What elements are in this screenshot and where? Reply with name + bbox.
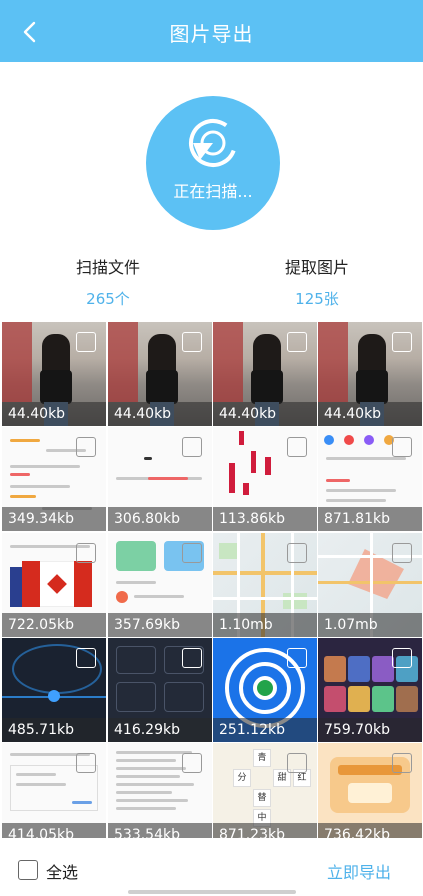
select-checkbox[interactable]	[287, 543, 307, 563]
select-checkbox[interactable]	[76, 648, 96, 668]
select-checkbox[interactable]	[76, 437, 96, 457]
image-thumbnail[interactable]: 1.07mb	[318, 533, 422, 637]
file-size: 759.70kb	[318, 718, 422, 742]
image-thumbnail[interactable]: 736.42kb	[318, 743, 422, 838]
scan-status-circle: 正在扫描...	[146, 96, 280, 230]
image-thumbnail[interactable]: 青 分 甜 红 替 中 871.23kb	[213, 743, 317, 838]
image-thumbnail[interactable]: 533.54kb	[108, 743, 212, 838]
select-checkbox[interactable]	[287, 648, 307, 668]
stat-images-label: 提取图片	[284, 258, 349, 277]
file-size: 44.40kb	[318, 402, 422, 426]
file-size: 871.81kb	[318, 507, 422, 531]
image-thumbnail[interactable]: 759.70kb	[318, 638, 422, 742]
select-checkbox[interactable]	[76, 332, 96, 352]
stat-files-value: 265个	[86, 290, 130, 308]
file-size: 44.40kb	[108, 402, 212, 426]
select-checkbox[interactable]	[287, 753, 307, 773]
select-checkbox[interactable]	[182, 332, 202, 352]
image-thumbnail[interactable]: 251.12kb	[213, 638, 317, 742]
file-size: 736.42kb	[318, 823, 422, 838]
select-checkbox[interactable]	[182, 543, 202, 563]
file-size: 357.69kb	[108, 613, 212, 637]
image-thumbnail[interactable]: 44.40kb	[318, 322, 422, 426]
file-size: 1.07mb	[318, 613, 422, 637]
file-size: 349.34kb	[2, 507, 106, 531]
stat-scanned-files: 扫描文件 265个	[28, 254, 188, 309]
file-size: 306.80kb	[108, 507, 212, 531]
file-size: 533.54kb	[108, 823, 212, 838]
image-thumbnail[interactable]: 44.40kb	[108, 322, 212, 426]
select-checkbox[interactable]	[392, 543, 412, 563]
file-size: 485.71kb	[2, 718, 106, 742]
select-checkbox[interactable]	[76, 543, 96, 563]
image-thumbnail[interactable]: 306.80kb	[108, 427, 212, 531]
select-all-checkbox[interactable]	[18, 860, 38, 880]
file-size: 113.86kb	[213, 507, 317, 531]
select-all-label[interactable]: 全选	[46, 859, 78, 883]
select-checkbox[interactable]	[392, 648, 412, 668]
select-checkbox[interactable]	[287, 437, 307, 457]
file-size: 1.10mb	[213, 613, 317, 637]
select-checkbox[interactable]	[392, 437, 412, 457]
page-title: 图片导出	[169, 22, 254, 46]
select-checkbox[interactable]	[392, 753, 412, 773]
select-checkbox[interactable]	[287, 332, 307, 352]
image-thumbnail[interactable]: 357.69kb	[108, 533, 212, 637]
image-thumbnail[interactable]: 485.71kb	[2, 638, 106, 742]
image-grid: 44.40kb 44.40kb 44.40kb 44.40kb 349.34kb	[0, 322, 423, 838]
image-thumbnail[interactable]: 1.10mb	[213, 533, 317, 637]
image-thumbnail[interactable]: 871.81kb	[318, 427, 422, 531]
app-header: 图片导出	[0, 0, 423, 62]
file-size: 414.05kb	[2, 823, 106, 838]
file-size: 871.23kb	[213, 823, 317, 838]
select-checkbox[interactable]	[182, 648, 202, 668]
export-now-button[interactable]: 立即导出	[327, 859, 391, 883]
image-thumbnail[interactable]: 722.05kb	[2, 533, 106, 637]
image-thumbnail[interactable]: 349.34kb	[2, 427, 106, 531]
bottom-action-bar: 全选 立即导出	[0, 838, 423, 896]
file-size: 416.29kb	[108, 718, 212, 742]
stat-images-value: 125张	[295, 290, 339, 308]
file-size: 722.05kb	[2, 613, 106, 637]
image-thumbnail[interactable]: 414.05kb	[2, 743, 106, 838]
image-thumbnail[interactable]: 416.29kb	[108, 638, 212, 742]
file-size: 44.40kb	[213, 402, 317, 426]
home-indicator	[128, 890, 296, 894]
select-checkbox[interactable]	[182, 437, 202, 457]
stat-files-label: 扫描文件	[75, 258, 140, 277]
image-thumbnail[interactable]: 44.40kb	[213, 322, 317, 426]
select-checkbox[interactable]	[392, 332, 412, 352]
image-thumbnail[interactable]: 44.40kb	[2, 322, 106, 426]
image-thumbnail[interactable]: 113.86kb	[213, 427, 317, 531]
select-checkbox[interactable]	[76, 753, 96, 773]
file-size: 251.12kb	[213, 718, 317, 742]
stat-extracted-images: 提取图片 125张	[237, 254, 397, 309]
select-checkbox[interactable]	[182, 753, 202, 773]
scan-status-text: 正在扫描...	[173, 182, 253, 201]
scan-progress-icon	[189, 119, 237, 167]
file-size: 44.40kb	[2, 402, 106, 426]
